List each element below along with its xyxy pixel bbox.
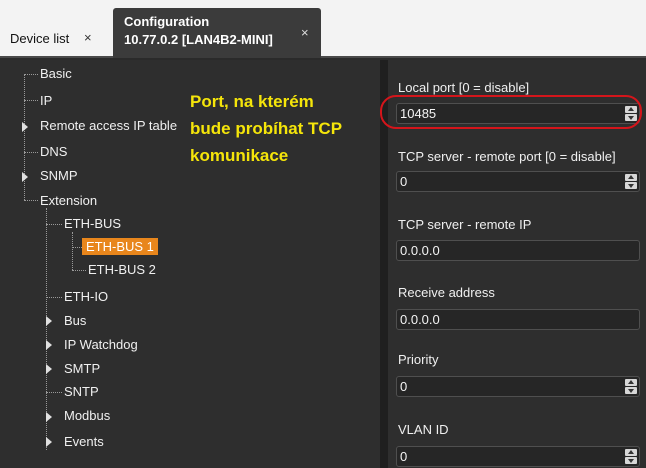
tree-item-ip[interactable]: IP [40, 93, 52, 108]
spin-down-icon[interactable] [625, 387, 637, 394]
vlan-id-stepper[interactable] [625, 449, 637, 464]
vlan-id-input[interactable]: 0 [396, 446, 640, 467]
tree-connector [24, 100, 38, 101]
priority-input[interactable]: 0 [396, 376, 640, 397]
spin-down-icon[interactable] [625, 457, 637, 464]
tree-item-eth-bus-2[interactable]: ETH-BUS 2 [88, 262, 156, 277]
tree-item-eth-bus-1[interactable]: ETH-BUS 1 [82, 238, 158, 255]
tree-connector [24, 152, 38, 153]
tree-item-snmp[interactable]: SNMP [40, 168, 78, 183]
close-icon[interactable]: × [84, 30, 92, 45]
tree-connector [72, 270, 86, 271]
priority-value: 0 [400, 379, 408, 394]
annotation-line: Port, na kterém [190, 92, 314, 111]
expand-arrow-icon[interactable] [46, 364, 52, 374]
tcp-remote-ip-value: 0.0.0.0 [400, 243, 440, 258]
spin-up-icon[interactable] [625, 449, 637, 456]
spin-up-icon[interactable] [625, 379, 637, 386]
tree-item-events[interactable]: Events [64, 434, 104, 449]
tree-connector [24, 74, 38, 75]
tree-item-ip-watchdog[interactable]: IP Watchdog [64, 337, 138, 352]
priority-stepper[interactable] [625, 379, 637, 394]
tree-item-eth-bus[interactable]: ETH-BUS [64, 216, 121, 231]
close-icon[interactable]: × [301, 25, 309, 40]
tree-item-basic[interactable]: Basic [40, 66, 72, 81]
expand-arrow-icon[interactable] [46, 316, 52, 326]
receive-address-label: Receive address [398, 285, 495, 300]
highlight-ring [380, 95, 642, 129]
tree-item-bus[interactable]: Bus [64, 313, 86, 328]
vlan-id-value: 0 [400, 449, 408, 464]
tab-configuration[interactable]: Configuration 10.77.0.2 [LAN4B2-MINI] × [113, 8, 321, 58]
tab-bar: Device list × Configuration 10.77.0.2 [L… [0, 0, 646, 58]
tree-item-remote-access[interactable]: Remote access IP table [40, 118, 177, 133]
priority-label: Priority [398, 352, 439, 367]
tree-item-eth-io[interactable]: ETH-IO [64, 289, 108, 304]
tcp-remote-port-label: TCP server - remote port [0 = disable] [398, 149, 616, 164]
tab-device-list-label: Device list [10, 31, 70, 46]
expand-arrow-icon[interactable] [46, 340, 52, 350]
expand-arrow-icon[interactable] [22, 172, 28, 182]
annotation-line: komunikace [190, 146, 289, 165]
tab-configuration-subtitle: 10.77.0.2 [LAN4B2-MINI] [124, 32, 273, 47]
tree-item-modbus[interactable]: Modbus [64, 408, 110, 423]
tree-item-smtp[interactable]: SMTP [64, 361, 100, 376]
tree-item-dns[interactable]: DNS [40, 144, 67, 159]
tcp-remote-port-value: 0 [400, 174, 408, 189]
expand-arrow-icon[interactable] [46, 412, 52, 422]
receive-address-input[interactable]: 0.0.0.0 [396, 309, 640, 330]
local-port-label: Local port [0 = disable] [398, 80, 530, 95]
tcp-remote-ip-input[interactable]: 0.0.0.0 [396, 240, 640, 261]
tree-connector [72, 232, 73, 270]
expand-arrow-icon[interactable] [46, 437, 52, 447]
annotation-line: bude probíhat TCP [190, 119, 343, 138]
tab-device-list[interactable]: Device list × [10, 30, 92, 46]
tree-item-sntp[interactable]: SNTP [64, 384, 99, 399]
tree-connector [46, 297, 62, 298]
tree-connector [46, 392, 62, 393]
tab-configuration-title: Configuration [124, 14, 210, 29]
spin-up-icon[interactable] [625, 174, 637, 181]
tcp-remote-port-input[interactable]: 0 [396, 171, 640, 192]
receive-address-value: 0.0.0.0 [400, 312, 440, 327]
tcp-remote-port-stepper[interactable] [625, 174, 637, 189]
tree-item-extension[interactable]: Extension [40, 193, 97, 208]
vlan-id-label: VLAN ID [398, 422, 449, 437]
tree-connector [24, 200, 38, 201]
tree-connector [72, 247, 82, 248]
tree-connector [46, 224, 62, 225]
annotation-text: Port, na kterém bude probíhat TCP komuni… [190, 88, 342, 169]
expand-arrow-icon[interactable] [22, 122, 28, 132]
spin-down-icon[interactable] [625, 182, 637, 189]
tcp-remote-ip-label: TCP server - remote IP [398, 217, 532, 232]
